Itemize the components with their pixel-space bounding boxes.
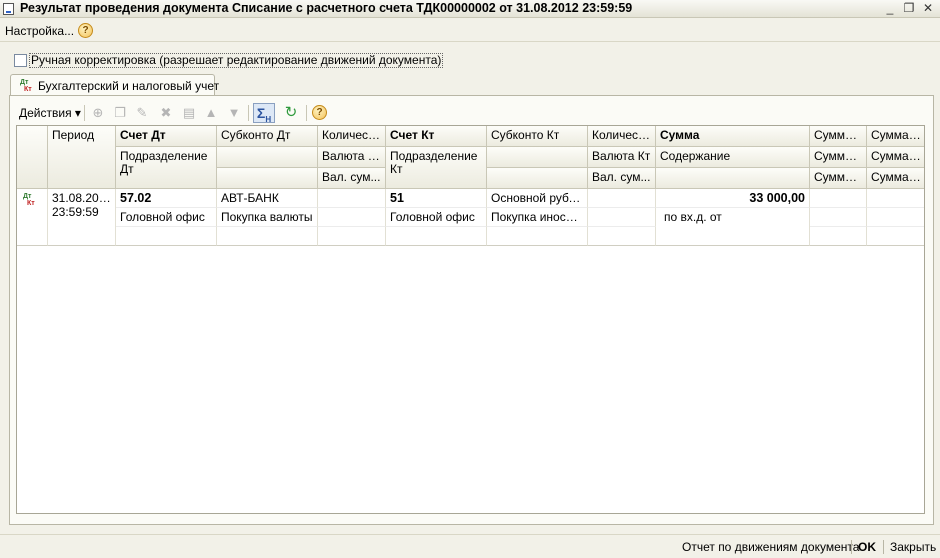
document-icon [3,3,14,15]
minimize-button[interactable]: _ [882,1,898,16]
cell-account-kt[interactable]: 51 [386,189,487,208]
status-separator [851,540,852,554]
header-qty-dt[interactable]: Количест... [318,126,386,147]
header-period[interactable]: Период [48,126,116,189]
cell-sum[interactable]: 33 000,00 [656,189,810,208]
cell-empty[interactable] [116,227,217,246]
cell-empty[interactable] [217,227,318,246]
cell-empty[interactable] [487,227,588,246]
header-subconto-kt[interactable]: Субконто Кт [487,126,588,147]
header-subconto-dt[interactable]: Субконто Дт [217,126,318,147]
status-separator [883,540,884,554]
menu-bar: Настройка... ? [0,20,940,42]
copy-icon[interactable]: ❐ [111,104,129,122]
header-empty [487,168,588,189]
refresh-icon[interactable]: ↻ [282,104,300,122]
header-empty [217,168,318,189]
header-marker [17,126,48,189]
header-account-dt[interactable]: Счет Дт [116,126,217,147]
cell-sum-vr-kt[interactable] [867,227,924,246]
cell-subconto-dt-1[interactable]: АВТ-БАНК [217,189,318,208]
move-up-icon[interactable]: ▲ [202,104,220,122]
toolbar-separator [306,105,307,121]
header-currency-dt[interactable]: Валюта Дт [318,147,386,168]
header-sum[interactable]: Сумма [656,126,810,147]
cell-subconto-dt-2[interactable]: Покупка валюты [217,208,318,227]
dt-kt-icon: Дт Кт [20,79,32,93]
header-cur-sum-dt[interactable]: Вал. сум... [318,168,386,189]
header-content[interactable]: Содержание [656,147,810,168]
cell-empty[interactable] [386,227,487,246]
add-icon[interactable]: ⊕ [89,104,107,122]
header-division-dt[interactable]: Подразделение Дт [116,147,217,189]
window-title: Результат проведения документа Списание … [20,1,633,15]
header-cur-sum-kt[interactable]: Вал. сум... [588,168,656,189]
help-icon[interactable]: ? [78,23,93,38]
header-sum-nu-kt[interactable]: Сумма ... [867,126,924,147]
cell-cur-sum-dt[interactable] [318,227,386,246]
close-button[interactable]: Закрыть [890,540,936,554]
manual-correction-checkbox[interactable] [14,54,27,67]
cell-currency-dt[interactable] [318,208,386,227]
cell-sum-pr-kt[interactable] [867,208,924,227]
header-sum-vr-dt[interactable]: Сумма ... [810,168,867,189]
row-icon-cell: Дт Кт [17,189,48,246]
cell-subconto-kt-2[interactable]: Покупка иностр... [487,208,588,227]
header-sum-pr-kt[interactable]: Сумма ... [867,147,924,168]
title-bar: Результат проведения документа Списание … [0,0,940,18]
toolbar: Действия ▾ ⊕ ❐ ✎ ✖ ▤ ▲ ▼ ΣН ↻ ? [16,101,926,125]
status-bar: Отчет по движениям документа OK Закрыть [0,534,940,558]
movements-table[interactable]: Период Счет Дт Подразделение Дт Субконто… [16,125,925,514]
help-icon[interactable]: ? [312,105,327,120]
tab-accounting[interactable]: Дт Кт Бухгалтерский и налоговый учет [10,74,219,96]
header-empty [487,147,588,168]
delete-icon[interactable]: ✖ [157,104,175,122]
actions-menu[interactable]: Действия ▾ [19,106,81,120]
ok-button[interactable]: OK [858,540,876,554]
header-sum-vr-kt[interactable]: Сумма ... [867,168,924,189]
cell-sum-nu-dt[interactable] [810,189,867,208]
cell-sum-vr-dt[interactable] [810,227,867,246]
move-down-icon[interactable]: ▼ [225,104,243,122]
cell-division-dt[interactable]: Головной офис [116,208,217,227]
cell-period[interactable]: 31.08.2012 23:59:59 [48,189,116,246]
restore-button[interactable]: ❐ [901,1,917,16]
cell-qty-dt[interactable] [318,189,386,208]
toolbar-separator [248,105,249,121]
header-sum-pr-dt[interactable]: Сумма ... [810,147,867,168]
movements-report-button[interactable]: Отчет по движениям документа [682,540,859,554]
manual-correction-label[interactable]: Ручная корректировка (разрешает редактир… [29,53,444,68]
cell-sum-pr-dt[interactable] [810,208,867,227]
cell-sum-nu-kt[interactable] [867,189,924,208]
cell-account-dt[interactable]: 57.02 [116,189,217,208]
header-account-kt[interactable]: Счет Кт [386,126,487,147]
edit-icon[interactable]: ✎ [133,104,151,122]
cell-content[interactable]: по вх.д. от [656,208,810,246]
toolbar-separator [84,105,85,121]
header-empty [656,168,810,189]
cell-cur-sum-kt[interactable] [588,227,656,246]
header-currency-kt[interactable]: Валюта Кт [588,147,656,168]
header-division-kt[interactable]: Подразделение Кт [386,147,487,189]
close-window-button[interactable]: ✕ [920,1,936,16]
totals-toggle-button[interactable]: ΣН [253,103,275,124]
cell-currency-kt[interactable] [588,208,656,227]
cell-subconto-kt-1[interactable]: Основной рубле... [487,189,588,208]
save-icon[interactable]: ▤ [180,104,198,122]
header-sum-nu-dt[interactable]: Сумма ... [810,126,867,147]
cell-division-kt[interactable]: Головной офис [386,208,487,227]
tab-label: Бухгалтерский и налоговый учет [38,79,220,93]
dt-kt-icon: Дт Кт [23,193,35,207]
settings-menu[interactable]: Настройка... [5,24,74,38]
header-empty [217,147,318,168]
header-qty-kt[interactable]: Количест... [588,126,656,147]
cell-qty-kt[interactable] [588,189,656,208]
